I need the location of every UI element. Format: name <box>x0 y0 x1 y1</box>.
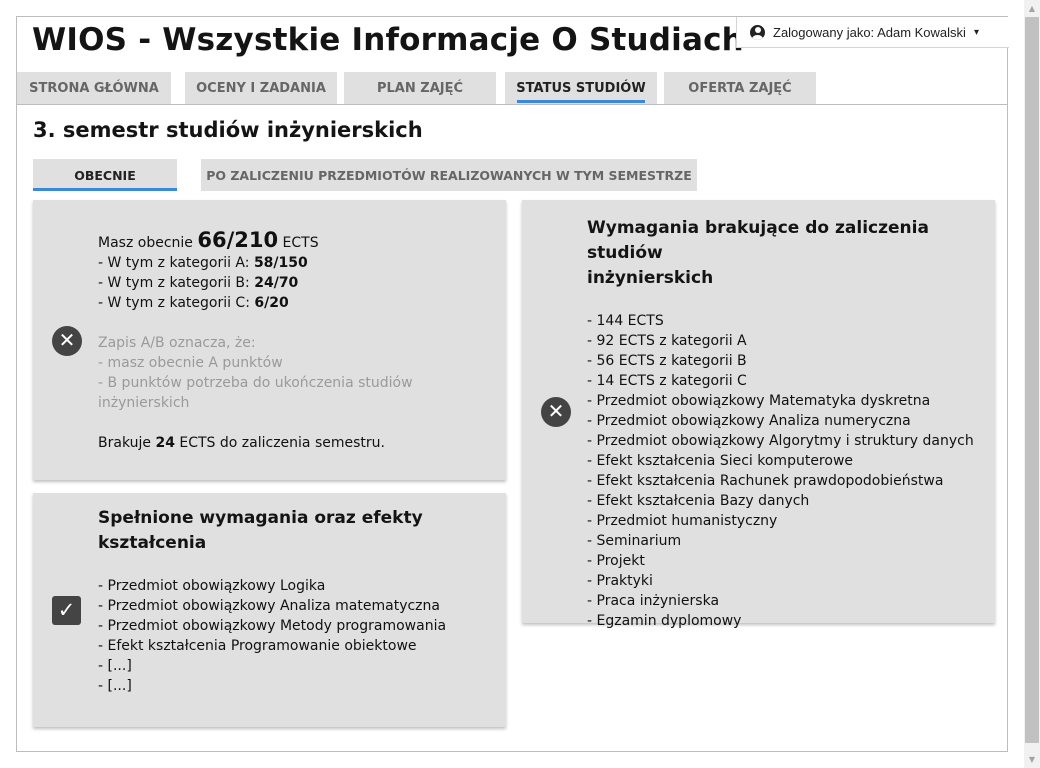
list-item: - Efekt kształcenia Sieci komputerowe <box>587 453 854 469</box>
ects-category-b-line: - W tym z kategorii B: 24/70 <box>98 275 299 291</box>
list-item: - Przedmiot obowiązkowy Metody programow… <box>98 618 447 634</box>
ects-note-line: - masz obecnie A punktów <box>98 355 283 371</box>
ects-category-a-line: - W tym z kategorii A: 58/150 <box>98 255 308 271</box>
ects-missing-value: 24 <box>155 435 175 451</box>
list-item: - Efekt kształcenia Programowanie obiekt… <box>98 638 417 654</box>
list-item: - Projekt <box>587 553 645 569</box>
ects-summary-body: Masz obecnie 66/210 ECTS - W tym z kateg… <box>98 230 413 453</box>
list-item: - Praca inżynierska <box>587 593 720 609</box>
subtab-po-zaliczeniu[interactable]: PO ZALICZENIU PRZEDMIOTÓW REALIZOWANYCH … <box>201 159 697 191</box>
page-scrollbar[interactable]: ▲ ▼ <box>1024 0 1040 768</box>
subtab-label: PO ZALICZENIU PRZEDMIOTÓW REALIZOWANYCH … <box>206 167 692 183</box>
user-menu-label: Zalogowany jako: Adam Kowalski <box>773 24 966 40</box>
tab-label: STATUS STUDIÓW <box>516 80 646 96</box>
ects-note-line: Zapis A/B oznacza, że: <box>98 335 256 351</box>
ects-note-line: - B punktów potrzeba do ukończenia studi… <box>98 375 413 391</box>
x-circle-icon: ✕ <box>52 326 82 356</box>
tab-status-studiow[interactable]: STATUS STUDIÓW <box>505 72 657 104</box>
subtab-obecnie[interactable]: OBECNIE <box>33 159 177 191</box>
chevron-down-icon: ▾ <box>973 26 979 38</box>
missing-requirements-body: Wymagania brakujące do zaliczenia studió… <box>587 216 995 631</box>
fulfilled-heading-line: Spełnione wymagania oraz efekty <box>98 508 423 528</box>
active-subtab-indicator <box>33 188 177 191</box>
scroll-down-arrow-icon[interactable]: ▼ <box>1024 751 1040 768</box>
active-tab-indicator <box>517 100 645 103</box>
list-item: - 144 ECTS <box>587 313 664 329</box>
list-item: - 14 ECTS z kategorii C <box>587 373 747 389</box>
list-item: - Przedmiot obowiązkowy Algorytmy i stru… <box>587 433 974 449</box>
fulfilled-requirements-body: Spełnione wymagania oraz efekty kształce… <box>98 506 446 696</box>
x-circle-icon: ✕ <box>541 397 571 427</box>
scroll-up-arrow-icon[interactable]: ▲ <box>1024 0 1040 17</box>
tab-label: OFERTA ZAJĘĆ <box>688 80 792 96</box>
fulfilled-heading-line: kształcenia <box>98 533 207 553</box>
tab-label: STRONA GŁÓWNA <box>29 80 159 96</box>
list-item: - Seminarium <box>587 533 682 549</box>
list-item: - Przedmiot obowiązkowy Matematyka dyskr… <box>587 393 931 409</box>
ects-summary-card: ✕ Masz obecnie 66/210 ECTS - W tym z kat… <box>33 200 506 480</box>
tab-strona-glowna[interactable]: STRONA GŁÓWNA <box>17 72 171 104</box>
user-menu-button[interactable]: Zalogowany jako: Adam Kowalski ▾ <box>736 17 1009 48</box>
ects-note-line: inżynierskich <box>98 395 190 411</box>
list-item: - [...] <box>98 678 132 694</box>
ects-missing-line: Brakuje 24 ECTS do zaliczenia semestru. <box>98 435 385 451</box>
list-item: - Przedmiot obowiązkowy Analiza matematy… <box>98 598 440 614</box>
scroll-thumb[interactable] <box>1025 17 1039 743</box>
main-tab-bar: STRONA GŁÓWNA OCENY I ZADANIA PLAN ZAJĘĆ… <box>17 72 1007 105</box>
check-box-icon: ✓ <box>52 596 81 625</box>
tab-oceny-i-zadania[interactable]: OCENY I ZADANIA <box>185 72 337 104</box>
list-item: - [...] <box>98 658 132 674</box>
ects-total-line: Masz obecnie 66/210 ECTS <box>98 228 319 252</box>
list-item: - Przedmiot obowiązkowy Logika <box>98 578 326 594</box>
account-circle-icon <box>750 24 765 40</box>
tab-oferta-zajec[interactable]: OFERTA ZAJĘĆ <box>664 72 816 104</box>
app-title: WIOS - Wszystkie Informacje O Studiach <box>32 22 744 58</box>
ects-category-b-value: 24/70 <box>254 275 299 291</box>
ects-category-a-value: 58/150 <box>253 255 308 271</box>
missing-heading-line: inżynierskich <box>587 268 714 288</box>
missing-requirements-card: ✕ Wymagania brakujące do zaliczenia stud… <box>522 200 995 629</box>
ects-category-c-value: 6/20 <box>254 295 289 311</box>
app-frame: WIOS - Wszystkie Informacje O Studiach Z… <box>16 16 1009 752</box>
list-item: - 92 ECTS z kategorii A <box>587 333 747 349</box>
missing-heading-line: Wymagania brakujące do zaliczenia studió… <box>587 218 929 263</box>
list-item: - Przedmiot obowiązkowy Analiza numerycz… <box>587 413 911 429</box>
tab-label: OCENY I ZADANIA <box>196 80 326 96</box>
list-item: - Efekt kształcenia Bazy danych <box>587 493 810 509</box>
fulfilled-requirements-card: ✓ Spełnione wymagania oraz efekty kształ… <box>33 493 506 727</box>
list-item: - Egzamin dyplomowy <box>587 613 742 629</box>
section-title: 3. semestr studiów inżynierskich <box>33 118 423 142</box>
list-item: - 56 ECTS z kategorii B <box>587 353 747 369</box>
ects-category-c-line: - W tym z kategorii C: 6/20 <box>98 295 289 311</box>
tab-label: PLAN ZAJĘĆ <box>376 80 464 96</box>
list-item: - Praktyki <box>587 573 653 589</box>
list-item: - Przedmiot humanistyczny <box>587 513 778 529</box>
list-item: - Efekt kształcenia Rachunek prawdopodob… <box>587 473 944 489</box>
subtab-label: OBECNIE <box>74 167 136 183</box>
tab-plan-zajec[interactable]: PLAN ZAJĘĆ <box>344 72 496 104</box>
ects-total-value: 66/210 <box>197 228 279 252</box>
